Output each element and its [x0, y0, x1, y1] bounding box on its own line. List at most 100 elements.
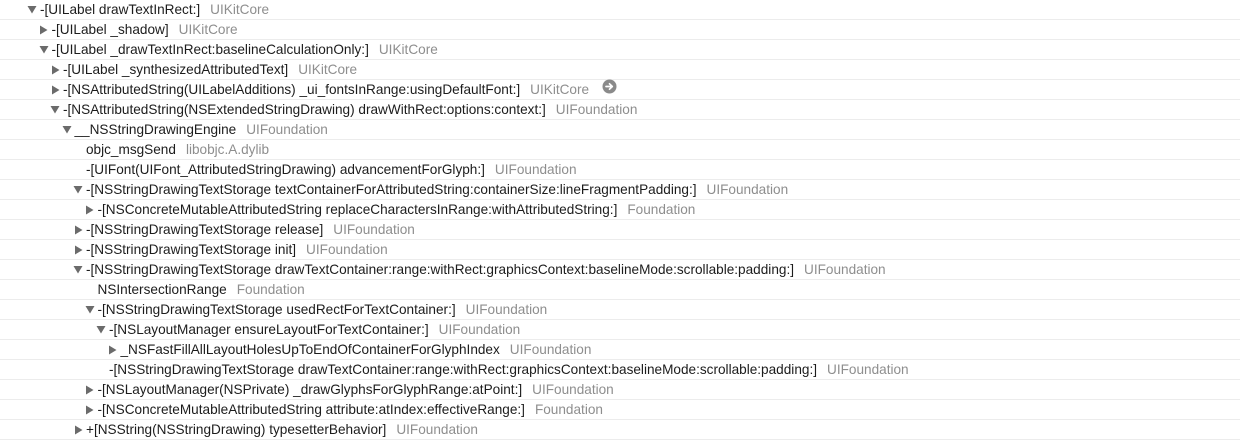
call-tree-row[interactable]: -[NSConcreteMutableAttributedString repl…	[0, 200, 1240, 220]
symbol-name: -[NSLayoutManager ensureLayoutForTextCon…	[109, 322, 429, 337]
symbol-name: -[NSAttributedString(UILabelAdditions) _…	[63, 82, 521, 97]
library-name: UIKitCore	[210, 2, 270, 17]
call-tree-row[interactable]: -[UILabel _drawTextInRect:baselineCalcul…	[0, 40, 1240, 60]
library-name: UIFoundation	[333, 222, 415, 237]
call-tree-row[interactable]: -[UILabel _synthesizedAttributedText] UIK…	[0, 60, 1240, 80]
row-label: objc_msgSend libobjc.A.dylib	[86, 140, 269, 159]
row-label: -[NSLayoutManager(NSPrivate) _drawGlyphs…	[98, 380, 614, 399]
library-name: UIFoundation	[465, 302, 548, 317]
row-label: -[NSStringDrawingTextStorage drawTextCon…	[109, 360, 909, 379]
row-label: +[NSString(NSStringDrawing) typesetterBe…	[86, 420, 478, 439]
row-label: -[UIFont(UIFont_AttributedStringDrawing)…	[86, 160, 577, 179]
symbol-name: -[UIFont(UIFont_AttributedStringDrawing)…	[86, 162, 485, 177]
call-tree-row[interactable]: -[NSAttributedString(UILabelAdditions) _…	[0, 79, 1240, 100]
call-tree-row[interactable]: -[NSLayoutManager ensureLayoutForTextCon…	[0, 320, 1240, 340]
symbol-name: _NSFastFillAllLayoutHolesUpToEndOfContai…	[120, 342, 500, 357]
call-tree-outline: -[UILabel drawTextInRect:] UIKitCore -[UI…	[0, 0, 1240, 441]
disclosure-collapsed-icon[interactable]	[84, 200, 96, 219]
symbol-name: -[NSStringDrawingTextStorage usedRectFor…	[97, 302, 456, 317]
call-tree-row[interactable]: +[NSString(NSStringDrawing) typesetterBe…	[0, 420, 1240, 440]
call-tree-row[interactable]: NSIntersectionRange Foundation	[0, 280, 1240, 300]
disclosure-expanded-icon[interactable]	[38, 40, 50, 59]
disclosure-expanded-icon[interactable]	[26, 0, 38, 19]
row-label: -[UILabel drawTextInRect:] UIKitCore	[40, 0, 269, 19]
call-tree-row[interactable]: objc_msgSend libobjc.A.dylib	[0, 140, 1240, 160]
call-tree-row[interactable]: -[NSStringDrawingTextStorage init] UIFoun…	[0, 240, 1240, 260]
row-label: -[NSStringDrawingTextStorage textContain…	[86, 180, 788, 199]
library-name: UIFoundation	[532, 382, 614, 397]
symbol-name: objc_msgSend	[86, 142, 176, 157]
row-label: -[NSAttributedString(UILabelAdditions) _…	[63, 79, 617, 100]
disclosure-collapsed-icon[interactable]	[49, 80, 61, 99]
symbol-name: +[NSString(NSStringDrawing) typesetterBe…	[86, 422, 387, 437]
row-label: -[NSAttributedString(NSExtendedStringDra…	[63, 100, 637, 119]
symbol-name: -[UILabel drawTextInRect:]	[40, 2, 201, 17]
call-tree-row[interactable]: -[NSStringDrawingTextStorage usedRectFor…	[0, 300, 1240, 320]
call-tree-row[interactable]: -[NSStringDrawingTextStorage drawTextCon…	[0, 260, 1240, 280]
library-name: UIFoundation	[827, 362, 909, 377]
disclosure-collapsed-icon[interactable]	[72, 420, 84, 439]
library-name: UIFoundation	[706, 182, 789, 197]
call-tree-row[interactable]: -[NSStringDrawingTextStorage drawTextCon…	[0, 360, 1240, 380]
symbol-name: __NSStringDrawingEngine	[74, 122, 237, 137]
disclosure-collapsed-icon[interactable]	[49, 60, 61, 79]
symbol-name: -[NSStringDrawingTextStorage drawTextCon…	[86, 262, 794, 277]
disclosure-expanded-icon[interactable]	[72, 260, 84, 279]
call-tree-row[interactable]: _NSFastFillAllLayoutHolesUpToEndOfContai…	[0, 340, 1240, 360]
row-label: -[NSStringDrawingTextStorage release] UIF…	[86, 220, 415, 239]
call-tree-row[interactable]: -[NSStringDrawingTextStorage release] UIF…	[0, 220, 1240, 240]
library-name: UIFoundation	[246, 122, 328, 137]
row-label: -[UILabel _drawTextInRect:baselineCalcul…	[52, 40, 438, 59]
call-tree-row[interactable]: -[UIFont(UIFont_AttributedStringDrawing)…	[0, 160, 1240, 180]
disclosure-expanded-icon[interactable]	[95, 320, 107, 339]
library-name: UIFoundation	[438, 322, 521, 337]
disclosure-collapsed-icon[interactable]	[72, 220, 84, 239]
row-label: -[NSStringDrawingTextStorage init] UIFoun…	[86, 240, 388, 259]
disclosure-collapsed-icon[interactable]	[84, 380, 96, 399]
call-tree-row[interactable]: -[NSAttributedString(NSExtendedStringDra…	[0, 100, 1240, 120]
call-tree-row[interactable]: -[UILabel _shadow] UIKitCore	[0, 20, 1240, 40]
row-label: -[NSStringDrawingTextStorage drawTextCon…	[86, 260, 886, 279]
disclosure-expanded-icon[interactable]	[61, 120, 73, 139]
row-label: _NSFastFillAllLayoutHolesUpToEndOfContai…	[121, 340, 592, 359]
call-tree-row[interactable]: -[UILabel drawTextInRect:] UIKitCore	[0, 0, 1240, 20]
row-label: NSIntersectionRange Foundation	[98, 280, 305, 299]
symbol-name: -[NSAttributedString(NSExtendedStringDra…	[63, 102, 546, 117]
symbol-name: -[NSStringDrawingTextStorage init]	[86, 242, 297, 257]
call-tree-row[interactable]: __NSStringDrawingEngine UIFoundation	[0, 120, 1240, 140]
row-label: -[UILabel _synthesizedAttributedText] UIK…	[63, 60, 357, 79]
symbol-name: -[NSStringDrawingTextStorage drawTextCon…	[109, 362, 817, 377]
library-name: UIFoundation	[509, 342, 592, 357]
symbol-name: -[UILabel _synthesizedAttributedText]	[63, 62, 289, 77]
row-label: __NSStringDrawingEngine UIFoundation	[75, 120, 328, 139]
library-name: UIKitCore	[298, 62, 358, 77]
disclosure-collapsed-icon[interactable]	[72, 240, 84, 259]
disclosure-expanded-icon[interactable]	[84, 300, 96, 319]
library-name: Foundation	[627, 202, 696, 217]
library-name: UIFoundation	[494, 162, 577, 177]
library-name: UIFoundation	[396, 422, 478, 437]
disclosure-expanded-icon[interactable]	[49, 100, 61, 119]
arrow-right-circle-icon[interactable]	[602, 79, 617, 99]
symbol-name: NSIntersectionRange	[97, 282, 227, 297]
row-label: -[NSConcreteMutableAttributedString attr…	[98, 400, 603, 419]
call-tree-row[interactable]: -[NSStringDrawingTextStorage textContain…	[0, 180, 1240, 200]
library-name: Foundation	[534, 402, 603, 417]
disclosure-collapsed-icon[interactable]	[38, 20, 50, 39]
disclosure-collapsed-icon[interactable]	[84, 400, 96, 419]
disclosure-collapsed-icon[interactable]	[107, 340, 119, 359]
call-tree-row[interactable]: -[NSLayoutManager(NSPrivate) _drawGlyphs…	[0, 380, 1240, 400]
row-label: -[UILabel _shadow] UIKitCore	[52, 20, 238, 39]
symbol-name: -[UILabel _drawTextInRect:baselineCalcul…	[51, 42, 369, 57]
symbol-name: -[NSConcreteMutableAttributedString repl…	[97, 202, 618, 217]
library-name: UIKitCore	[378, 42, 438, 57]
symbol-name: -[NSStringDrawingTextStorage release]	[86, 222, 324, 237]
symbol-name: -[NSConcreteMutableAttributedString attr…	[97, 402, 525, 417]
disclosure-expanded-icon[interactable]	[72, 180, 84, 199]
call-tree-row[interactable]: -[NSConcreteMutableAttributedString attr…	[0, 400, 1240, 420]
library-name: libobjc.A.dylib	[185, 142, 270, 157]
row-label: -[NSLayoutManager ensureLayoutForTextCon…	[109, 320, 520, 339]
library-name: UIFoundation	[306, 242, 388, 257]
library-name: Foundation	[236, 282, 305, 297]
library-name: UIKitCore	[178, 22, 238, 37]
